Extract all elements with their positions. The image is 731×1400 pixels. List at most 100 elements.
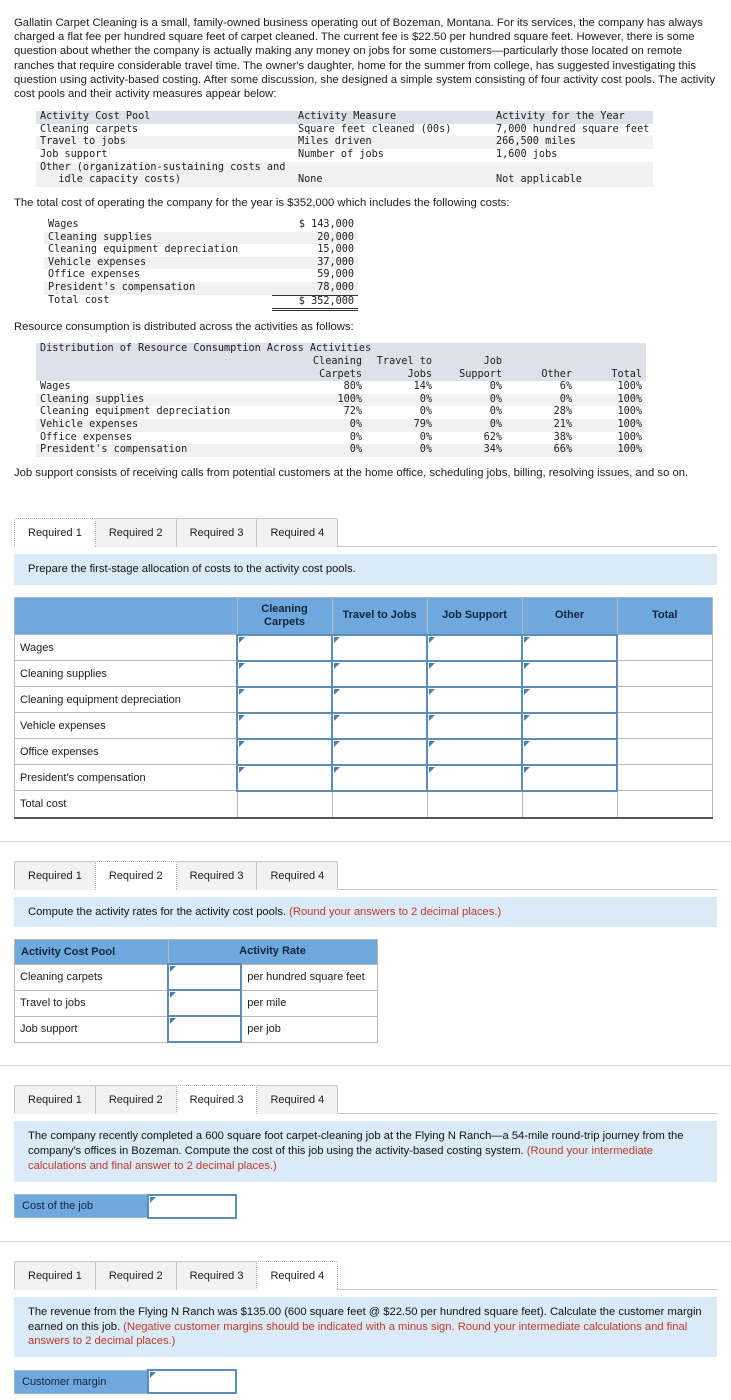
table-row: Job support per job (14, 1015, 378, 1044)
cell-activity: 7,000 hundred square feet (496, 123, 650, 135)
cell-other: 6% (559, 381, 572, 393)
input-president-other[interactable] (521, 763, 618, 792)
header-line-1: Cleaning (261, 602, 308, 615)
row-label-job-support: Job support (14, 1015, 169, 1043)
spacer (36, 369, 296, 382)
required-1-block: Required 1 Required 2 Required 3 Require… (0, 517, 731, 819)
row-label-cleaning-carpets: Cleaning carpets (14, 963, 169, 991)
input-wages-cleaning-carpets[interactable] (236, 633, 333, 662)
cell-activity: Not applicable (496, 174, 582, 186)
input-rate-job-support[interactable] (166, 1015, 243, 1044)
input-depreciation-travel-to-jobs[interactable] (331, 685, 428, 714)
table-row: Cleaning supplies (14, 659, 713, 688)
cost-label: President's compensation (48, 281, 196, 293)
input-depreciation-cleaning-carpets[interactable] (236, 685, 333, 714)
cell-other: 28% (553, 406, 572, 418)
row-label-cost-of-the-job: Cost of the job (14, 1194, 149, 1219)
cell-other: 0% (559, 393, 572, 405)
table-row: Cleaning equipment depreciation (14, 685, 713, 714)
cell-travel-to-jobs: 0% (419, 406, 432, 418)
table-first-stage-allocation: Cleaning Carpets Travel to Jobs Job Supp… (14, 596, 713, 819)
input-cleaning-supplies-other[interactable] (521, 659, 618, 688)
table-row: Wages $ 143,000 (44, 219, 358, 232)
instruction-required-4: The revenue from the Flying N Ranch was … (14, 1296, 717, 1358)
cost-label: Vehicle expenses (48, 256, 147, 268)
cost-value: $ 143,000 (298, 218, 354, 230)
cost-label: Office expenses (48, 269, 141, 281)
tab-required-1[interactable]: Required 1 (14, 860, 96, 890)
corner-header (14, 596, 238, 636)
tab-required-3[interactable]: Required 3 (175, 860, 258, 890)
tab-required-4[interactable]: Required 4 (256, 517, 339, 547)
unit-job-support: per job (240, 1015, 378, 1043)
cell-total-cleaning-carpets (236, 790, 333, 819)
input-president-job-support[interactable] (426, 763, 523, 792)
cell-total: 100% (617, 431, 642, 443)
cell-cleaning-carpets: 72% (343, 406, 362, 418)
resource-consumption-sentence: Resource consumption is distributed acro… (14, 321, 354, 334)
table-row: Office expenses 59,000 (44, 269, 358, 282)
input-cleaning-supplies-travel-to-jobs[interactable] (331, 659, 428, 688)
input-vehicle-job-support[interactable] (426, 711, 523, 740)
distribution-header-line2: Carpets Jobs Support Other Total (36, 368, 646, 382)
table-row: President's compensation 78,000 (44, 281, 358, 296)
row-label-wages: Wages (14, 634, 238, 662)
cost-label: Cleaning equipment depreciation (48, 244, 239, 256)
table-row: Cleaning supplies 100% 0% 0% 0% 100% (36, 393, 646, 407)
input-president-travel-to-jobs[interactable] (331, 763, 428, 792)
input-vehicle-travel-to-jobs[interactable] (331, 711, 428, 740)
cell-total: 100% (617, 418, 642, 430)
cell-other: 66% (553, 444, 572, 456)
row-label: Cleaning supplies (40, 393, 145, 405)
tab-required-2[interactable]: Required 2 (94, 517, 177, 547)
col-header-activity-cost-pool: Activity Cost Pool (40, 111, 151, 123)
input-depreciation-job-support[interactable] (426, 685, 523, 714)
tab-required-3[interactable]: Required 3 (175, 1085, 258, 1115)
row-label-customer-margin: Customer margin (14, 1369, 149, 1394)
tab-required-4[interactable]: Required 4 (256, 1085, 339, 1115)
cell-measure: Square feet cleaned (00s) (298, 123, 452, 135)
tab-required-4[interactable]: Required 4 (256, 1260, 339, 1290)
cell-travel-to-jobs: 14% (413, 381, 432, 393)
input-president-cleaning-carpets[interactable] (236, 763, 333, 792)
input-wages-other[interactable] (521, 633, 618, 662)
col-header-support: Support (459, 368, 502, 380)
input-wages-job-support[interactable] (426, 633, 523, 662)
input-depreciation-other[interactable] (521, 685, 618, 714)
input-office-job-support[interactable] (426, 737, 523, 766)
tab-required-3[interactable]: Required 3 (175, 517, 258, 547)
tab-required-1[interactable]: Required 1 (14, 517, 96, 547)
input-cleaning-supplies-job-support[interactable] (426, 659, 523, 688)
tab-required-1[interactable]: Required 1 (14, 1260, 96, 1290)
row-label-vehicle-expenses: Vehicle expenses (14, 712, 238, 740)
cell-cleaning-carpets: 0% (349, 444, 362, 456)
input-wages-travel-to-jobs[interactable] (331, 633, 428, 662)
tab-required-3[interactable]: Required 3 (175, 1260, 258, 1290)
tab-required-2[interactable]: Required 2 (94, 1260, 177, 1290)
table-row: Vehicle expenses 0% 79% 0% 21% 100% (36, 418, 646, 432)
tab-required-2[interactable]: Required 2 (94, 860, 177, 890)
row-label: Vehicle expenses (40, 418, 139, 430)
tab-required-2[interactable]: Required 2 (94, 1085, 177, 1115)
input-office-cleaning-carpets[interactable] (236, 737, 333, 766)
tab-required-4[interactable]: Required 4 (256, 860, 339, 890)
col-header-other: Other (541, 368, 572, 380)
cell-job-support: 62% (483, 431, 502, 443)
input-customer-margin[interactable] (147, 1369, 237, 1395)
input-rate-cleaning-carpets[interactable] (166, 963, 243, 992)
cell-measure (294, 162, 492, 175)
col-header-job-line1: Job (483, 355, 502, 367)
input-vehicle-other[interactable] (521, 711, 618, 740)
input-office-travel-to-jobs[interactable] (331, 737, 428, 766)
input-office-other[interactable] (521, 737, 618, 766)
input-vehicle-cleaning-carpets[interactable] (236, 711, 333, 740)
tabbar-required-2: Required 1 Required 2 Required 3 Require… (0, 860, 731, 890)
col-header-cleaning-line1: Cleaning (312, 355, 362, 367)
instruction-required-3: The company recently completed a 600 squ… (14, 1121, 717, 1182)
input-cost-of-the-job[interactable] (147, 1193, 237, 1219)
input-cleaning-supplies-cleaning-carpets[interactable] (236, 659, 333, 688)
table-row: Wages 80% 14% 0% 6% 100% (36, 381, 646, 394)
tab-required-1[interactable]: Required 1 (14, 1085, 96, 1115)
input-rate-travel-to-jobs[interactable] (166, 989, 243, 1018)
table-row: idle capacity costs) None Not applicable (36, 174, 654, 187)
